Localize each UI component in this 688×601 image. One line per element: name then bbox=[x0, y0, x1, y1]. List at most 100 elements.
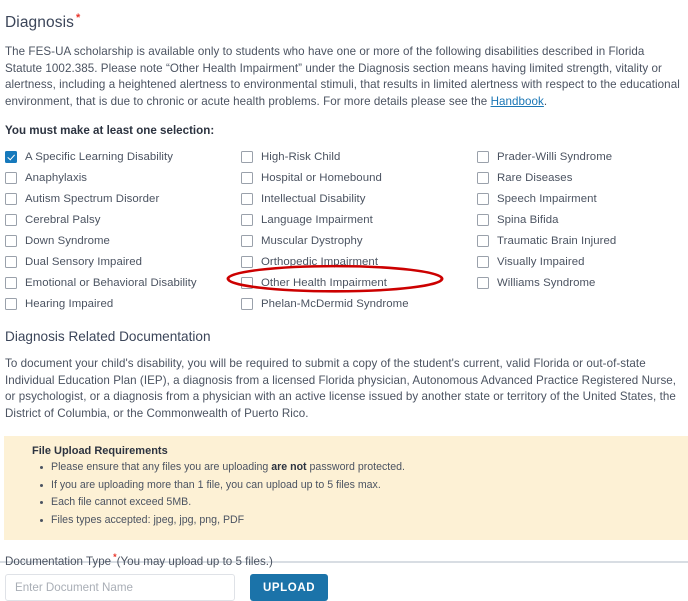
checkbox-icon[interactable] bbox=[241, 276, 253, 289]
checkbox-row[interactable]: Other Health Impairment bbox=[241, 272, 477, 293]
checkbox-icon[interactable] bbox=[477, 255, 489, 268]
checkbox-icon[interactable] bbox=[477, 192, 489, 205]
checkbox-label: Language Impairment bbox=[261, 213, 373, 226]
checkbox-label: Anaphylaxis bbox=[25, 171, 88, 184]
callout-list-item: Please ensure that any files you are upl… bbox=[40, 459, 688, 477]
upload-button[interactable]: UPLOAD bbox=[250, 574, 329, 601]
diagnosis-intro-paragraph: The FES-UA scholarship is available only… bbox=[5, 44, 683, 110]
documentation-type-note: (You may upload up to 5 files.) bbox=[116, 555, 273, 569]
page-title-text: Diagnosis bbox=[5, 14, 74, 32]
callout-list: Please ensure that any files you are upl… bbox=[4, 459, 688, 529]
checkbox-row[interactable]: High-Risk Child bbox=[241, 146, 477, 167]
checkbox-row[interactable]: Speech Impairment bbox=[477, 188, 677, 209]
callout-item-text: Each file cannot exceed 5MB. bbox=[51, 496, 192, 509]
checkbox-row[interactable]: Dual Sensory Impaired bbox=[5, 251, 241, 272]
checkbox-icon[interactable] bbox=[241, 192, 253, 205]
diagnosis-intro-tail: . bbox=[543, 94, 548, 108]
file-upload-requirements-callout: File Upload Requirements Please ensure t… bbox=[4, 436, 688, 541]
checkbox-row[interactable]: Down Syndrome bbox=[5, 230, 241, 251]
checkbox-label: Other Health Impairment bbox=[261, 276, 388, 289]
checkbox-row[interactable]: Orthopedic Impairment bbox=[241, 251, 477, 272]
checkbox-icon[interactable] bbox=[241, 234, 253, 247]
checkbox-icon[interactable] bbox=[5, 297, 17, 310]
checkbox-column-1: A Specific Learning Disability Anaphylaxi… bbox=[5, 146, 241, 314]
callout-list-item: Each file cannot exceed 5MB. bbox=[40, 494, 688, 512]
documentation-type-label-main: Documentation Type bbox=[5, 555, 112, 569]
checkbox-row[interactable]: Cerebral Palsy bbox=[5, 209, 241, 230]
checkbox-label: Autism Spectrum Disorder bbox=[25, 192, 160, 205]
checkbox-label: Visually Impaired bbox=[497, 255, 585, 268]
checkbox-checked-icon[interactable] bbox=[5, 150, 17, 163]
checkbox-label: Dual Sensory Impaired bbox=[25, 255, 143, 268]
checkbox-row[interactable]: Language Impairment bbox=[241, 209, 477, 230]
checkbox-icon[interactable] bbox=[477, 150, 489, 163]
checkbox-icon[interactable] bbox=[477, 276, 489, 289]
checkbox-label: Down Syndrome bbox=[25, 234, 110, 247]
checkbox-label: Muscular Dystrophy bbox=[261, 234, 363, 247]
documentation-title: Diagnosis Related Documentation bbox=[5, 329, 211, 345]
callout-item-text-tail: password protected. bbox=[306, 461, 405, 474]
upload-row: UPLOAD bbox=[5, 574, 683, 601]
checkbox-row[interactable]: Williams Syndrome bbox=[477, 272, 677, 293]
callout-item-text: If you are uploading more than 1 file, y… bbox=[51, 478, 381, 491]
checkbox-row[interactable]: Emotional or Behavioral Disability bbox=[5, 272, 241, 293]
handbook-link[interactable]: Handbook bbox=[491, 95, 544, 108]
checkbox-label: Speech Impairment bbox=[497, 192, 597, 205]
checkbox-row[interactable]: A Specific Learning Disability bbox=[5, 146, 241, 167]
callout-list-item: Files types accepted: jpeg, jpg, png, PD… bbox=[40, 512, 688, 530]
checkbox-label: Emotional or Behavioral Disability bbox=[25, 276, 197, 289]
checkbox-icon[interactable] bbox=[477, 171, 489, 184]
checkbox-label: Rare Diseases bbox=[497, 171, 573, 184]
checkbox-label: High-Risk Child bbox=[261, 150, 341, 163]
checkbox-row[interactable]: Autism Spectrum Disorder bbox=[5, 188, 241, 209]
checkbox-row[interactable]: Traumatic Brain Injured bbox=[477, 230, 677, 251]
checkbox-label: A Specific Learning Disability bbox=[25, 150, 173, 163]
checkbox-icon[interactable] bbox=[241, 255, 253, 268]
checkbox-icon[interactable] bbox=[241, 150, 253, 163]
checkbox-icon[interactable] bbox=[5, 192, 17, 205]
checkbox-row[interactable]: Anaphylaxis bbox=[5, 167, 241, 188]
checkbox-row[interactable]: Hospital or Homebound bbox=[241, 167, 477, 188]
callout-item-text: Please ensure that any files you are upl… bbox=[51, 461, 272, 474]
checkbox-icon[interactable] bbox=[241, 171, 253, 184]
checkbox-icon[interactable] bbox=[5, 255, 17, 268]
checkbox-label: Intellectual Disability bbox=[261, 192, 366, 205]
checkbox-row[interactable]: Spina Bifida bbox=[477, 209, 677, 230]
checkbox-row[interactable]: Hearing Impaired bbox=[5, 293, 241, 314]
required-asterisk: * bbox=[75, 12, 81, 24]
checkbox-label: Phelan-McDermid Syndrome bbox=[261, 297, 409, 310]
checkbox-row[interactable]: Rare Diseases bbox=[477, 167, 677, 188]
page-title: Diagnosis * bbox=[5, 0, 683, 32]
checkbox-row[interactable]: Phelan-McDermid Syndrome bbox=[241, 293, 477, 314]
checkbox-label: Hospital or Homebound bbox=[261, 171, 382, 184]
checkbox-icon[interactable] bbox=[5, 276, 17, 289]
callout-list-item: If you are uploading more than 1 file, y… bbox=[40, 477, 688, 495]
checkbox-column-3: Prader-Willi Syndrome Rare Diseases Speech… bbox=[477, 146, 677, 314]
checkbox-column-2: High-Risk Child Hospital or Homebound Inte… bbox=[241, 146, 477, 314]
checkbox-label: Hearing Impaired bbox=[25, 297, 114, 310]
diagnosis-form-page: Diagnosis * The FES-UA scholarship is ava… bbox=[0, 0, 688, 601]
checkbox-icon[interactable] bbox=[477, 213, 489, 226]
callout-title: File Upload Requirements bbox=[32, 445, 168, 458]
checkbox-icon[interactable] bbox=[241, 297, 253, 310]
checkbox-label: Traumatic Brain Injured bbox=[497, 234, 617, 247]
checkbox-row[interactable]: Visually Impaired bbox=[477, 251, 677, 272]
checkbox-label: Williams Syndrome bbox=[497, 276, 596, 289]
document-name-input[interactable] bbox=[5, 574, 235, 601]
checkbox-row[interactable]: Intellectual Disability bbox=[241, 188, 477, 209]
checkbox-icon[interactable] bbox=[5, 171, 17, 184]
diagnosis-intro-text: The FES-UA scholarship is available only… bbox=[5, 45, 680, 108]
disability-checkbox-grid: A Specific Learning Disability Anaphylaxi… bbox=[5, 146, 683, 314]
checkbox-label: Orthopedic Impairment bbox=[261, 255, 379, 268]
checkbox-label: Prader-Willi Syndrome bbox=[497, 150, 613, 163]
checkbox-icon[interactable] bbox=[241, 213, 253, 226]
checkbox-icon[interactable] bbox=[5, 234, 17, 247]
callout-item-emphasis: are not bbox=[271, 461, 307, 474]
callout-item-text: Files types accepted: jpeg, jpg, png, PD… bbox=[51, 513, 245, 526]
checkbox-label: Spina Bifida bbox=[497, 213, 559, 226]
checkbox-icon[interactable] bbox=[5, 213, 17, 226]
checkbox-row[interactable]: Prader-Willi Syndrome bbox=[477, 146, 677, 167]
documentation-type-label: Documentation Type *(You may upload up to… bbox=[5, 552, 683, 568]
checkbox-icon[interactable] bbox=[477, 234, 489, 247]
checkbox-row[interactable]: Muscular Dystrophy bbox=[241, 230, 477, 251]
